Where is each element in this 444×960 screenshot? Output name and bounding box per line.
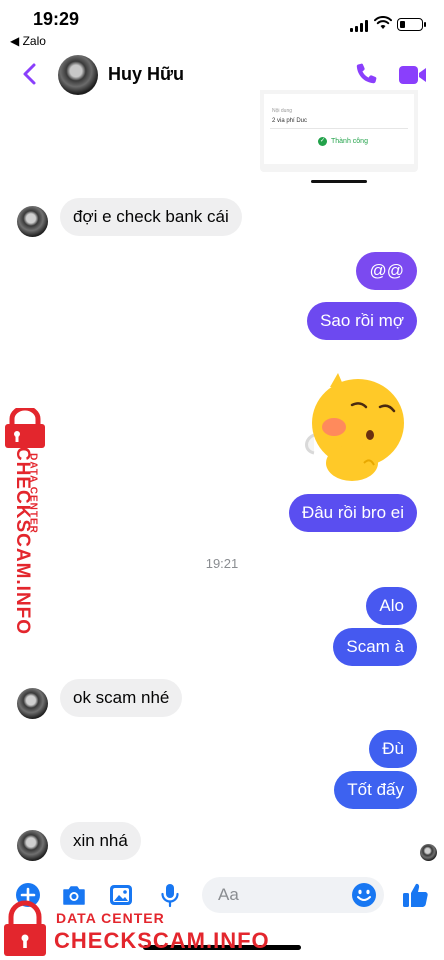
video-camera-icon[interactable] bbox=[398, 63, 428, 87]
check-icon: ✓ bbox=[318, 137, 327, 146]
message-bubble-outgoing[interactable]: Sao rồi mợ bbox=[307, 302, 417, 340]
signal-icon bbox=[350, 20, 368, 32]
receipt-content: 2 via phí Duc bbox=[272, 118, 308, 124]
message-bubble-outgoing[interactable]: Alo bbox=[366, 587, 417, 625]
wifi-icon bbox=[374, 16, 392, 29]
image-home-indicator bbox=[311, 180, 367, 183]
receipt-card: Nội dung 2 via phí Duc ✓ Thành công bbox=[264, 94, 414, 164]
sender-avatar[interactable] bbox=[17, 206, 48, 237]
watermark-bottom-big: CHECKSCAM.INFO bbox=[54, 928, 270, 953]
lock-icon bbox=[4, 900, 46, 956]
phone-icon[interactable] bbox=[354, 61, 380, 87]
message-bubble-incoming[interactable]: xin nhá bbox=[60, 822, 141, 860]
battery-icon bbox=[397, 18, 426, 31]
receipt-status: ✓ Thành công bbox=[318, 137, 368, 146]
sticker-image[interactable] bbox=[300, 365, 412, 483]
thumbs-up-icon[interactable] bbox=[400, 880, 430, 910]
read-receipt-avatar bbox=[420, 844, 437, 861]
microphone-icon[interactable] bbox=[157, 882, 183, 908]
camera-icon[interactable] bbox=[61, 882, 87, 908]
message-timestamp: 19:21 bbox=[205, 556, 239, 571]
contact-avatar[interactable] bbox=[58, 55, 98, 95]
message-bubble-outgoing[interactable]: Scam à bbox=[333, 628, 417, 666]
message-bubble-incoming[interactable]: đợi e check bank cái bbox=[60, 198, 242, 236]
back-chevron-icon[interactable] bbox=[16, 60, 44, 88]
receipt-divider bbox=[270, 128, 408, 129]
shared-receipt-image[interactable]: Nội dung 2 via phí Duc ✓ Thành công bbox=[260, 90, 418, 172]
message-bubble-incoming[interactable]: ok scam nhé bbox=[60, 679, 183, 717]
emoji-icon[interactable] bbox=[351, 882, 377, 908]
photo-icon[interactable] bbox=[108, 882, 134, 908]
message-bubble-outgoing[interactable]: @@ bbox=[356, 252, 417, 290]
message-bubble-outgoing[interactable]: Tốt đấy bbox=[334, 771, 417, 809]
sender-avatar[interactable] bbox=[17, 688, 48, 719]
receipt-status-text: Thành công bbox=[331, 138, 368, 145]
receipt-small-label: Nội dung bbox=[272, 108, 293, 114]
battery-level bbox=[400, 21, 405, 28]
watermark-side-big: CHECKSCAM.INFO bbox=[12, 446, 33, 636]
contact-name[interactable]: Huy Hữu bbox=[108, 64, 184, 85]
message-bubble-outgoing[interactable]: Đâu rồi bro ei bbox=[288, 494, 417, 532]
back-to-app-link[interactable]: ◀ Zalo bbox=[10, 34, 46, 48]
status-bar: 19:29 ◀ Zalo bbox=[0, 0, 444, 50]
status-time: 19:29 bbox=[33, 9, 80, 29]
watermark-bottom-small: DATA CENTER bbox=[56, 910, 165, 926]
message-bubble-outgoing[interactable]: Đù bbox=[369, 730, 417, 768]
sender-avatar[interactable] bbox=[17, 830, 48, 861]
